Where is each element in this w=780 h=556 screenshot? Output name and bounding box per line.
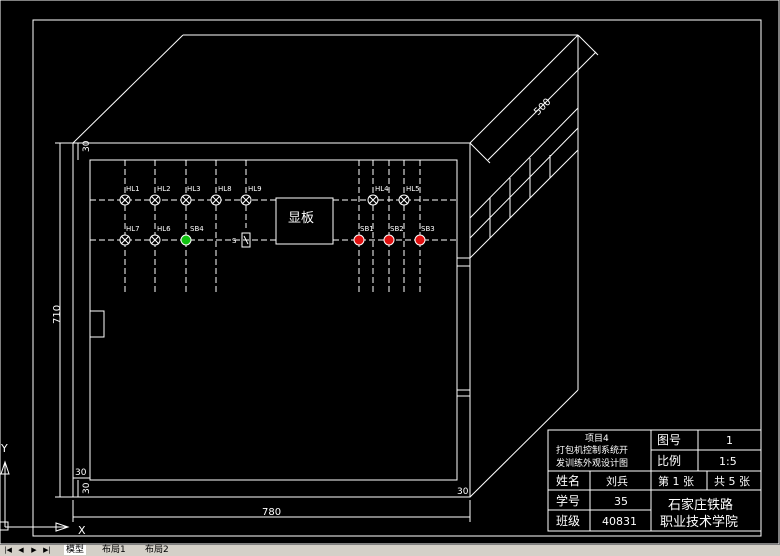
sheet-frame bbox=[32, 19, 762, 537]
depth-dimension bbox=[469, 34, 599, 164]
tb-drawing-no: 1 bbox=[726, 434, 733, 447]
dim-left-margin: 30 bbox=[75, 468, 87, 478]
dim-width: 780 bbox=[262, 507, 281, 518]
button-label-sb2: SB2 bbox=[390, 225, 404, 233]
lamp-label-hl1: HL1 bbox=[126, 185, 140, 193]
tb-school-line2: 职业技术学院 bbox=[660, 514, 738, 530]
button-label-sb4: SB4 bbox=[190, 225, 204, 233]
tb-class-label: 班级 bbox=[556, 514, 580, 528]
tb-total: 共 5 张 bbox=[714, 475, 750, 488]
tb-name-label: 姓名 bbox=[556, 473, 580, 488]
button-label-sb1: SB1 bbox=[360, 225, 374, 233]
dim-bottom-margin: 30 bbox=[82, 482, 92, 494]
tb-school-line1: 石家庄铁路 bbox=[668, 497, 733, 513]
tb-scale: 1:5 bbox=[719, 455, 737, 468]
red-button-sb1 bbox=[353, 234, 365, 246]
tb-scale-label: 比例 bbox=[657, 454, 681, 468]
lamp-label-hl4: HL4 bbox=[375, 185, 389, 193]
lamp-label-hl6: HL6 bbox=[157, 225, 171, 233]
tab-nav-last-icon[interactable]: ▶| bbox=[41, 546, 53, 554]
tb-project-line2: 打包机控制系统开 bbox=[556, 444, 628, 456]
tb-id-label: 学号 bbox=[556, 493, 580, 508]
display-panel-label: 显板 bbox=[288, 211, 314, 226]
red-button-sb2 bbox=[383, 234, 395, 246]
lamp-label-hl8: HL8 bbox=[218, 185, 232, 193]
dim-depth: 500 bbox=[532, 97, 553, 118]
tab-nav-first-icon[interactable]: |◀ bbox=[2, 546, 14, 554]
lamp-label-hl9: HL9 bbox=[248, 185, 262, 193]
cabinet-outline bbox=[72, 34, 579, 498]
tab-nav-prev-icon[interactable]: ◀ bbox=[15, 546, 27, 554]
cad-drawing-canvas[interactable]: 500 710 30 30 780 30 30 显板 HL1 HL2 HL3 H… bbox=[0, 0, 780, 555]
green-button-sb4 bbox=[180, 234, 192, 246]
layout-tab-bar: |◀ ◀ ▶ ▶| 模型 布局1 布局2 bbox=[0, 544, 780, 556]
side-face-grid bbox=[456, 107, 579, 397]
tb-sheet: 第 1 张 bbox=[658, 474, 694, 488]
tab-layout2[interactable]: 布局2 bbox=[143, 545, 171, 555]
button-label-sb3: SB3 bbox=[421, 225, 435, 233]
ucs-x-label: X bbox=[78, 524, 86, 537]
lamp-label-hl5: HL5 bbox=[406, 185, 420, 193]
door-handle bbox=[89, 310, 105, 338]
switch-label: S bbox=[232, 237, 237, 245]
tb-project-line3: 发训练外观设计图 bbox=[556, 457, 628, 469]
dim-height: 710 bbox=[52, 305, 63, 324]
tab-nav-next-icon[interactable]: ▶ bbox=[28, 546, 40, 554]
dim-right-margin: 30 bbox=[457, 487, 469, 497]
red-button-sb3 bbox=[414, 234, 426, 246]
tb-drawing-no-label: 图号 bbox=[657, 433, 681, 447]
ucs-y-label: Y bbox=[0, 442, 8, 455]
dim-top-margin: 30 bbox=[82, 140, 92, 152]
tb-id: 35 bbox=[614, 495, 628, 508]
lamp-label-hl7: HL7 bbox=[126, 225, 140, 233]
lamp-label-hl2: HL2 bbox=[157, 185, 171, 193]
tab-model[interactable]: 模型 bbox=[64, 545, 87, 555]
lamp-label-hl3: HL3 bbox=[187, 185, 201, 193]
tab-layout1[interactable]: 布局1 bbox=[100, 545, 128, 555]
tb-name: 刘兵 bbox=[606, 475, 628, 488]
tb-class: 40831 bbox=[602, 515, 637, 528]
tb-project-line1: 项目4 bbox=[585, 433, 609, 444]
